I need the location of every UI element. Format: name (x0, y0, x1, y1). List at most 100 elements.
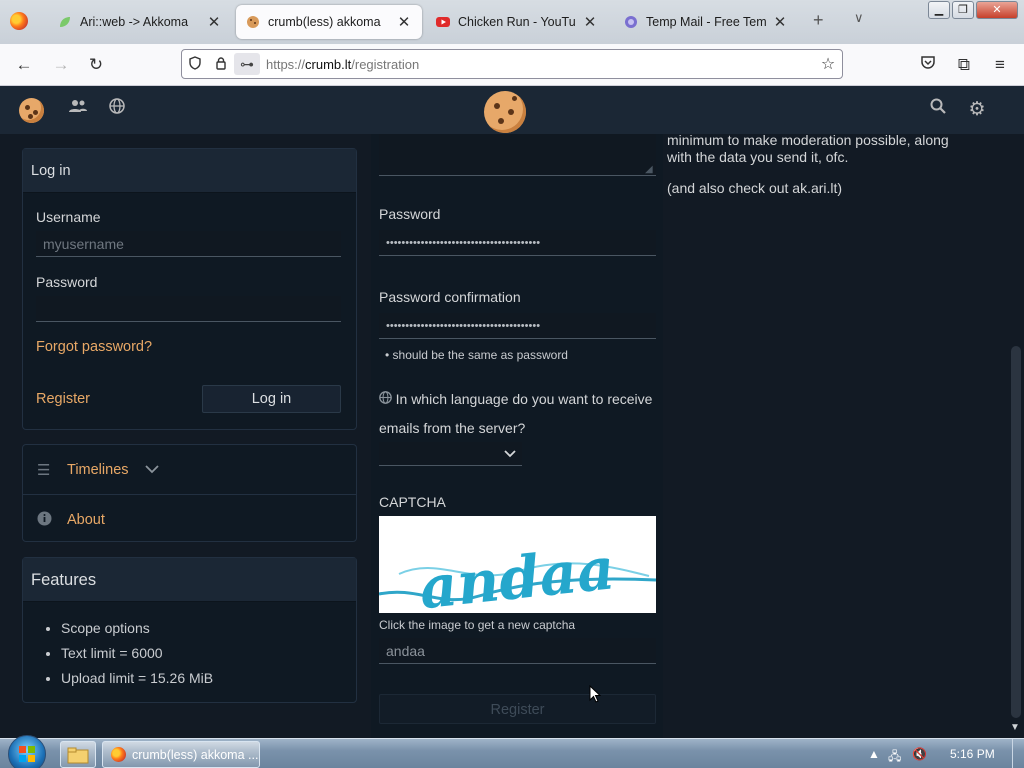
registration-info-text: minimum to make moderation possible, alo… (667, 132, 997, 197)
search-icon[interactable] (926, 98, 950, 122)
tab-tempmail[interactable]: Temp Mail - Free Tempo ✕ (614, 5, 798, 39)
file-explorer-icon[interactable] (60, 741, 96, 768)
chevron-down-icon[interactable] (504, 446, 516, 462)
forgot-password-link[interactable]: Forgot password? (36, 339, 152, 355)
chevron-down-icon[interactable]: ∨ (854, 10, 864, 26)
list-item: Text limit = 6000 (61, 645, 213, 661)
globe-icon[interactable] (105, 98, 129, 122)
password-input[interactable] (36, 296, 341, 322)
show-desktop-button[interactable] (1012, 739, 1024, 768)
url-scheme: https:// (266, 56, 306, 72)
password-input[interactable]: •••••••••••••••••••••••••••••••••••••••• (379, 230, 656, 256)
captcha-text: andaa (416, 534, 618, 613)
captcha-input[interactable]: andaa (379, 638, 656, 664)
browser-tab-strip: Ari::web -> Akkoma ✕ crumb(less) akkoma … (0, 0, 1024, 44)
users-icon[interactable] (66, 98, 90, 122)
taskbar-window-firefox[interactable]: crumb(less) akkoma ... (102, 741, 260, 768)
tab-title: Temp Mail - Free Tempo (646, 15, 766, 29)
tab-title: crumb(less) akkoma (268, 15, 381, 29)
language-question: In which language do you want to receive… (379, 385, 664, 442)
youtube-icon (436, 17, 450, 27)
firefox-icon[interactable] (10, 12, 28, 30)
navigation-panel: ☰ Timelines About (22, 444, 357, 542)
cookie-icon (247, 16, 259, 28)
login-button[interactable]: Log in (202, 385, 341, 413)
site-top-bar: ⚙ (0, 86, 1024, 134)
login-panel-heading: Log in (23, 149, 356, 193)
hamburger-menu-icon[interactable]: ≡ (988, 53, 1012, 77)
window-close-icon[interactable]: ✕ (976, 1, 1018, 19)
new-tab-icon[interactable]: + (813, 10, 824, 31)
close-icon[interactable]: ✕ (582, 13, 598, 31)
captcha-image[interactable]: andaa (379, 516, 656, 613)
password-hint: • should be the same as password (385, 348, 568, 362)
password-label: Password (379, 206, 441, 222)
bio-textarea[interactable] (379, 134, 656, 176)
resize-handle-icon[interactable]: ◢ (645, 164, 653, 175)
sidebar-item-label: About (67, 512, 105, 528)
close-icon[interactable]: ✕ (772, 13, 788, 31)
leaf-icon (60, 17, 70, 27)
maximize-icon[interactable]: ❐ (952, 1, 974, 19)
taskbar-window-title: crumb(less) akkoma ... (132, 747, 259, 762)
windows-start-icon[interactable] (8, 735, 46, 768)
tab-youtube[interactable]: Chicken Run - YouTube ✕ (426, 5, 608, 39)
language-select[interactable] (379, 442, 522, 466)
language-question-line2: emails from the server? (379, 420, 526, 436)
forward-arrow-icon[interactable]: → (49, 53, 73, 77)
chevron-down-icon[interactable] (144, 462, 159, 478)
clock[interactable]: 5:16 PM (950, 747, 995, 761)
tab-title: Chicken Run - YouTube (458, 15, 576, 29)
page-scrollbar[interactable]: ▼ (1008, 134, 1024, 738)
web-page: ⚙ Log in Username myusername Password Fo… (0, 86, 1024, 738)
tab-akkoma[interactable]: Ari::web -> Akkoma ✕ (48, 5, 232, 39)
volume-muted-icon[interactable]: 🔇 (912, 747, 927, 761)
close-icon[interactable]: ✕ (396, 13, 412, 31)
globe-icon (379, 391, 396, 407)
list-icon: ☰ (37, 461, 51, 479)
shield-icon[interactable] (182, 55, 208, 73)
url-text[interactable]: https://crumb.lt/registration (266, 57, 814, 72)
site-logo-cookie-icon[interactable] (484, 91, 526, 133)
info-line-2: with the data you send it, ofc. (667, 149, 849, 165)
os-taskbar: crumb(less) akkoma ... ▲ 🖧 🔇 5:16 PM (0, 735, 1024, 768)
password-hint-text: should be the same as password (392, 348, 568, 362)
username-input[interactable]: myusername (36, 231, 341, 257)
register-link[interactable]: Register (36, 391, 90, 407)
login-panel: Log in Username myusername Password Forg… (22, 148, 357, 430)
mouse-cursor-icon (589, 685, 601, 703)
info-icon (37, 511, 67, 530)
url-path: /registration (351, 56, 420, 72)
url-host: crumb.lt (305, 56, 352, 72)
pocket-icon[interactable] (916, 53, 940, 77)
password-label: Password (36, 274, 98, 290)
site-logo-small-icon[interactable] (19, 98, 44, 123)
tempmail-icon (625, 16, 637, 28)
scroll-down-icon[interactable]: ▼ (1010, 722, 1020, 733)
reload-icon[interactable]: ↻ (84, 53, 108, 77)
lock-icon[interactable] (208, 56, 234, 73)
password-confirmation-input[interactable]: •••••••••••••••••••••••••••••••••••••••• (379, 313, 656, 339)
language-question-line1: In which language do you want to receive (395, 391, 653, 407)
register-button[interactable]: Register (379, 694, 656, 724)
sidebar-item-about[interactable]: About (23, 495, 356, 545)
bookmark-star-icon[interactable]: ☆ (814, 54, 842, 74)
tab-crumbless[interactable]: crumb(less) akkoma ✕ (236, 5, 422, 39)
minimize-icon[interactable]: ▁ (928, 1, 950, 19)
network-icon[interactable]: 🖧 (888, 747, 901, 768)
close-icon[interactable]: ✕ (206, 13, 222, 31)
firefox-icon (111, 747, 126, 762)
password-confirmation-label: Password confirmation (379, 289, 521, 305)
key-icon[interactable]: ⊶ (234, 53, 260, 75)
tab-title: Ari::web -> Akkoma (80, 15, 189, 29)
address-bar[interactable]: ⊶ https://crumb.lt/registration ☆ (181, 49, 843, 79)
sidebar-item-timelines[interactable]: ☰ Timelines (23, 445, 356, 495)
features-heading: Features (23, 558, 356, 602)
gear-icon[interactable]: ⚙ (965, 98, 989, 122)
captcha-label: CAPTCHA (379, 494, 446, 510)
info-line-3: (and also check out ak.ari.lt) (667, 180, 843, 196)
back-arrow-icon[interactable]: ← (12, 53, 36, 77)
show-hidden-icons-icon[interactable]: ▲ (868, 747, 880, 761)
scrollbar-thumb[interactable] (1011, 346, 1021, 718)
extensions-puzzle-icon[interactable]: ⧉ (952, 53, 976, 77)
